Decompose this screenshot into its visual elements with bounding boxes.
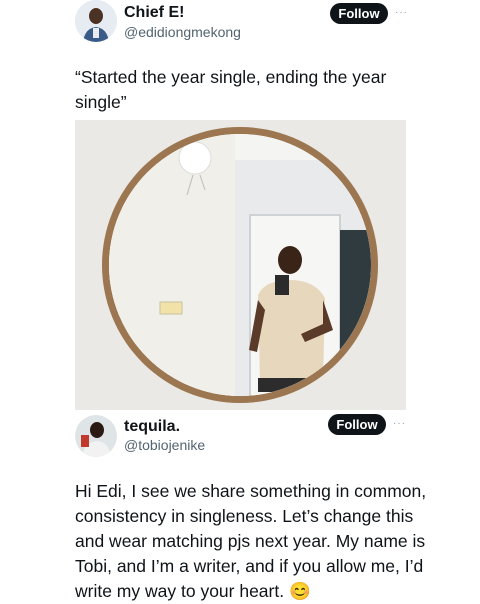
avatar-photo xyxy=(75,415,117,457)
follow-button[interactable]: Follow xyxy=(330,3,388,24)
author-name[interactable]: tequila. xyxy=(124,418,180,436)
reply-text-line: write my way to your heart. 😊 xyxy=(75,581,311,601)
author-avatar[interactable] xyxy=(75,415,117,457)
author-avatar[interactable] xyxy=(75,0,117,42)
reply-text-line: Tobi, and I’m a writer, and if you allow… xyxy=(75,556,424,576)
post-text-line: single” xyxy=(75,92,127,112)
mirror-selfie-image xyxy=(75,120,406,410)
reply-text-line: consistency in singleness. Let’s change … xyxy=(75,506,414,526)
reply-text: Hi Edi, I see we share something in comm… xyxy=(75,479,475,604)
post-text: “Started the year single, ending the yea… xyxy=(75,65,465,115)
follow-button[interactable]: Follow xyxy=(328,414,386,435)
more-options-icon[interactable]: ··· xyxy=(395,7,408,18)
post-image[interactable] xyxy=(75,120,406,410)
more-options-icon[interactable]: ··· xyxy=(393,418,406,429)
avatar-photo xyxy=(75,0,117,42)
post-text-line: “Started the year single, ending the yea… xyxy=(75,67,387,87)
author-name[interactable]: Chief E! xyxy=(124,4,184,22)
reply-text-line: and wear matching pjs next year. My name… xyxy=(75,531,426,551)
reply-text-line: Hi Edi, I see we share something in comm… xyxy=(75,481,427,501)
author-handle[interactable]: @tobiojenike xyxy=(124,437,205,453)
author-handle[interactable]: @edidiongmekong xyxy=(124,24,241,40)
